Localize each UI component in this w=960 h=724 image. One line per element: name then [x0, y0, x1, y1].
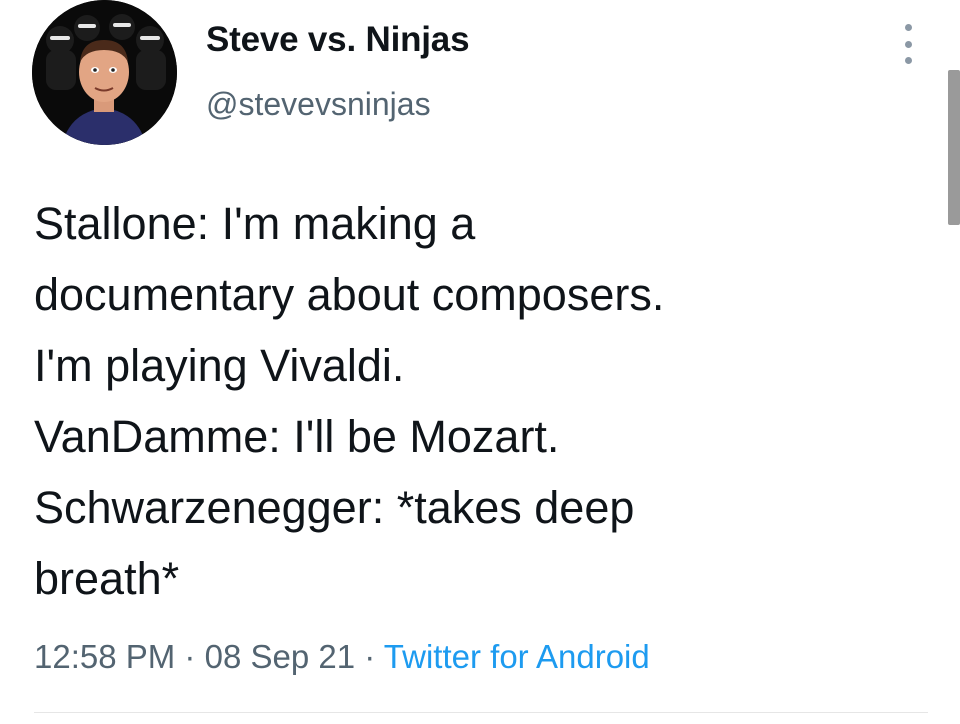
tweet-text-line: VanDamme: I'll be Mozart. [34, 411, 560, 462]
divider [34, 712, 928, 713]
tweet-text-line: I'm playing Vivaldi. [34, 340, 405, 391]
more-dot [904, 24, 912, 31]
tweet-card: Steve vs. Ninjas @stevevsninjas Stallone… [0, 0, 960, 724]
author-handle[interactable]: @stevevsninjas [206, 86, 431, 123]
tweet-text: Stallone: I'm making a documentary about… [34, 188, 914, 614]
tweet-text-line: Schwarzenegger: *takes deep [34, 482, 635, 533]
tweet-text-line: documentary about composers. [34, 269, 665, 320]
tweet-source-link[interactable]: Twitter for Android [384, 638, 650, 675]
tweet-text-line: breath* [34, 553, 180, 604]
author-display-name[interactable]: Steve vs. Ninjas [206, 20, 470, 60]
scrollbar-thumb[interactable] [948, 70, 960, 225]
meta-separator: · [364, 638, 384, 675]
more-dot [904, 57, 912, 64]
more-options-icon[interactable] [896, 24, 920, 64]
more-dot [904, 40, 912, 48]
tweet-time[interactable]: 12:58 PM [34, 638, 175, 675]
meta-separator: · [184, 638, 205, 675]
tweet-date[interactable]: 08 Sep 21 [205, 638, 355, 675]
avatar[interactable] [32, 0, 177, 145]
tweet-text-line: Stallone: I'm making a [34, 198, 476, 249]
tweet-metadata: 12:58 PM · 08 Sep 21 · Twitter for Andro… [34, 638, 650, 676]
